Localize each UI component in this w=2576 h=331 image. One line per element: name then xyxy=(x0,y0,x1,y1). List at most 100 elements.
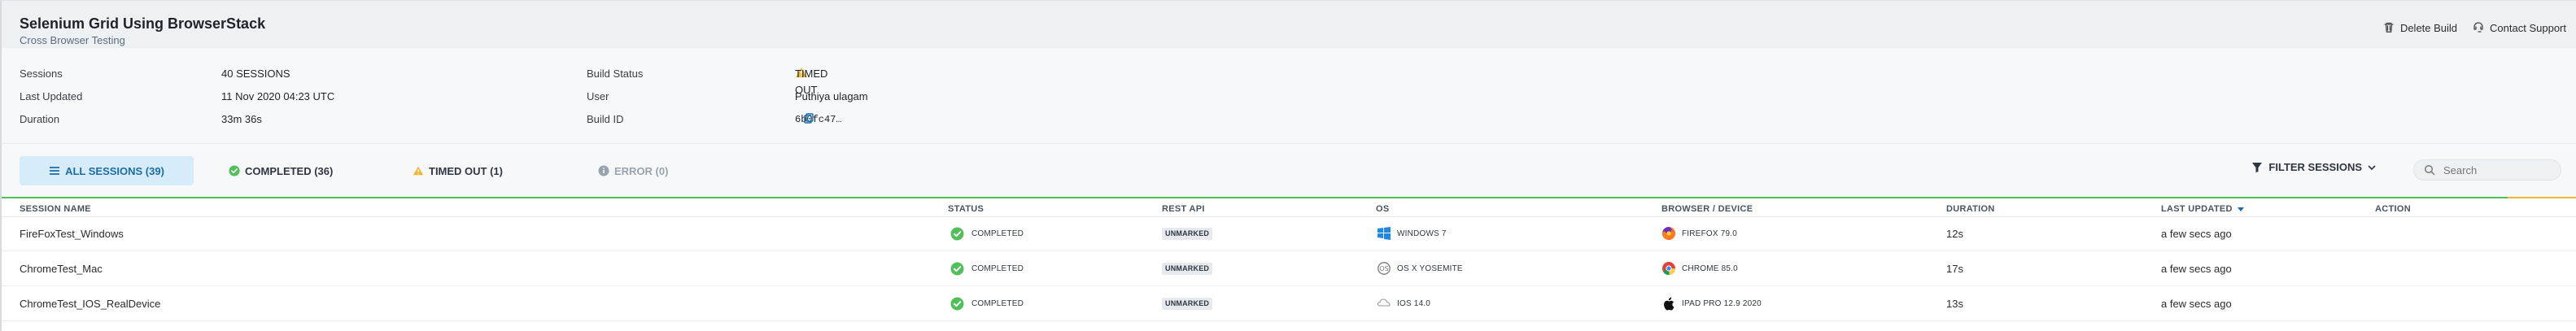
build-title: Selenium Grid Using BrowserStack xyxy=(20,15,266,32)
search-input[interactable] xyxy=(2442,163,2547,177)
last-updated-cell: a few secs ago xyxy=(2161,227,2232,240)
column-duration[interactable]: DURATION xyxy=(1946,204,1995,214)
os-name: IOS 14.0 xyxy=(1397,298,1431,308)
last-updated-cell: a few secs ago xyxy=(2161,262,2232,275)
column-os[interactable]: OS xyxy=(1376,204,1390,214)
tab-error-label: ERROR (0) xyxy=(614,164,669,177)
os-cell: WINDOWS 7 xyxy=(1377,216,1447,250)
last-updated-label: Last Updated xyxy=(20,90,83,102)
build-status-label: Build Status xyxy=(587,68,644,80)
summary-row-sessions: Sessions 40 SESSIONS Build Status TIMED … xyxy=(2,66,2576,96)
tab-timed-out[interactable]: TIMED OUT (1) xyxy=(413,156,510,185)
last-updated-cell: a few secs ago xyxy=(2161,297,2232,310)
contact-support-button[interactable]: Contact Support xyxy=(2472,21,2566,34)
table-row[interactable]: ChromeTest_Mac COMPLETED UNMARKED OS OS … xyxy=(2,251,2576,286)
user-label: User xyxy=(587,90,609,102)
status-cell: COMPLETED xyxy=(950,216,1024,250)
tab-all-sessions[interactable]: ALL SESSIONS (39) xyxy=(20,156,194,185)
rest-api-cell: UNMARKED xyxy=(1162,286,1213,320)
table-row[interactable]: FireFoxTest_Windows COMPLETED UNMARKED W… xyxy=(2,216,2576,251)
windows-icon xyxy=(1377,226,1391,241)
tab-error[interactable]: ERROR (0) xyxy=(598,156,671,185)
check-circle-icon xyxy=(950,262,964,276)
list-icon xyxy=(49,165,60,176)
contact-support-label: Contact Support xyxy=(2490,21,2566,34)
browser-cell: IPAD PRO 12.9 2020 xyxy=(1661,286,1762,320)
chrome-icon xyxy=(1661,261,1676,276)
duration-value: 33m 36s xyxy=(221,113,262,125)
filter-sessions-label: FILTER SESSIONS xyxy=(2268,161,2362,173)
ios-icon xyxy=(1377,296,1391,311)
last-updated-value: 11 Nov 2020 04:23 UTC xyxy=(221,90,335,102)
browser-cell: FIREFOX 79.0 xyxy=(1661,216,1737,250)
duration-cell: 13s xyxy=(1946,297,1963,310)
filter-sessions-button[interactable]: FILTER SESSIONS xyxy=(2251,161,2377,173)
os-cell: IOS 14.0 xyxy=(1377,286,1430,320)
user-value: Puthiya ulagam xyxy=(795,90,868,102)
delete-build-button[interactable]: Delete Build xyxy=(2382,21,2457,34)
column-browser-device[interactable]: BROWSER / DEVICE xyxy=(1661,204,1753,214)
status-text: COMPLETED xyxy=(971,229,1024,238)
build-summary: Sessions 40 SESSIONS Build Status TIMED … xyxy=(2,48,2576,142)
os-name: WINDOWS 7 xyxy=(1397,229,1447,238)
status-text: COMPLETED xyxy=(971,263,1024,273)
support-icon xyxy=(2472,21,2485,34)
column-last-updated-label: LAST UPDATED xyxy=(2161,204,2233,214)
table-header: SESSION NAME STATUS REST API OS BROWSER … xyxy=(2,198,2576,217)
build-subtitle: Cross Browser Testing xyxy=(20,34,125,46)
delete-build-label: Delete Build xyxy=(2399,21,2458,34)
column-session-name[interactable]: SESSION NAME xyxy=(20,204,91,214)
build-id-label: Build ID xyxy=(587,113,624,125)
browser-cell: CHROME 85.0 xyxy=(1661,251,1738,285)
rest-api-cell: UNMARKED xyxy=(1162,216,1213,250)
tab-timed-out-label: TIMED OUT (1) xyxy=(429,164,503,177)
copy-icon[interactable] xyxy=(802,111,815,124)
check-circle-icon xyxy=(229,165,240,176)
rest-api-badge: UNMARKED xyxy=(1162,297,1213,310)
session-name[interactable]: FireFoxTest_Windows xyxy=(20,216,124,250)
duration-label: Duration xyxy=(20,113,60,125)
session-name[interactable]: ChromeTest_Mac xyxy=(20,251,103,285)
session-tabs: ALL SESSIONS (39) COMPLETED (36) TIMED O… xyxy=(2,143,2576,199)
sort-desc-icon xyxy=(2237,205,2245,213)
session-name[interactable]: ChromeTest_IOS_RealDevice xyxy=(20,286,160,320)
os-name: OS X YOSEMITE xyxy=(1397,263,1463,273)
tab-completed[interactable]: COMPLETED (36) xyxy=(229,156,334,185)
status-text: COMPLETED xyxy=(971,298,1024,308)
browser-name: FIREFOX 79.0 xyxy=(1682,229,1737,238)
column-last-updated[interactable]: LAST UPDATED xyxy=(2161,204,2245,214)
check-circle-icon xyxy=(950,297,964,311)
rest-api-badge: UNMARKED xyxy=(1162,227,1213,240)
firefox-icon xyxy=(1661,226,1676,241)
search-icon xyxy=(2424,164,2435,176)
summary-row-last-updated: Last Updated 11 Nov 2020 04:23 UTC User … xyxy=(2,89,2576,105)
sessions-value: 40 SESSIONS xyxy=(221,68,290,80)
chevron-down-icon xyxy=(2367,163,2377,172)
tab-completed-label: COMPLETED (36) xyxy=(245,164,334,177)
status-cell: COMPLETED xyxy=(950,286,1024,320)
summary-row-duration: Duration 33m 36s Build ID 6b0fc47… xyxy=(2,111,2576,128)
trash-icon xyxy=(2382,21,2395,34)
status-cell: COMPLETED xyxy=(950,251,1024,285)
duration-cell: 12s xyxy=(1946,227,1963,240)
column-rest-api[interactable]: REST API xyxy=(1162,204,1205,214)
column-status[interactable]: STATUS xyxy=(948,204,984,214)
sessions-table: SESSION NAME STATUS REST API OS BROWSER … xyxy=(2,198,2576,331)
info-icon xyxy=(598,165,609,176)
duration-cell: 17s xyxy=(1946,262,1963,275)
sessions-label: Sessions xyxy=(20,68,63,80)
search-box xyxy=(2413,159,2561,181)
table-body: FireFoxTest_Windows COMPLETED UNMARKED W… xyxy=(2,216,2576,321)
tab-all-sessions-label: ALL SESSIONS (39) xyxy=(65,164,164,177)
filter-icon xyxy=(2251,162,2263,173)
build-header: Selenium Grid Using BrowserStack Cross B… xyxy=(2,0,2576,49)
browser-name: IPAD PRO 12.9 2020 xyxy=(1682,298,1762,308)
rest-api-badge: UNMARKED xyxy=(1162,262,1213,275)
macos-icon: OS xyxy=(1377,261,1391,276)
table-row[interactable]: ChromeTest_IOS_RealDevice COMPLETED UNMA… xyxy=(2,286,2576,321)
header-actions: Delete Build Contact Support xyxy=(2382,21,2576,34)
apple-icon xyxy=(1661,296,1676,311)
rest-api-cell: UNMARKED xyxy=(1162,251,1213,285)
os-cell: OS OS X YOSEMITE xyxy=(1377,251,1463,285)
svg-text:OS: OS xyxy=(1379,265,1388,272)
